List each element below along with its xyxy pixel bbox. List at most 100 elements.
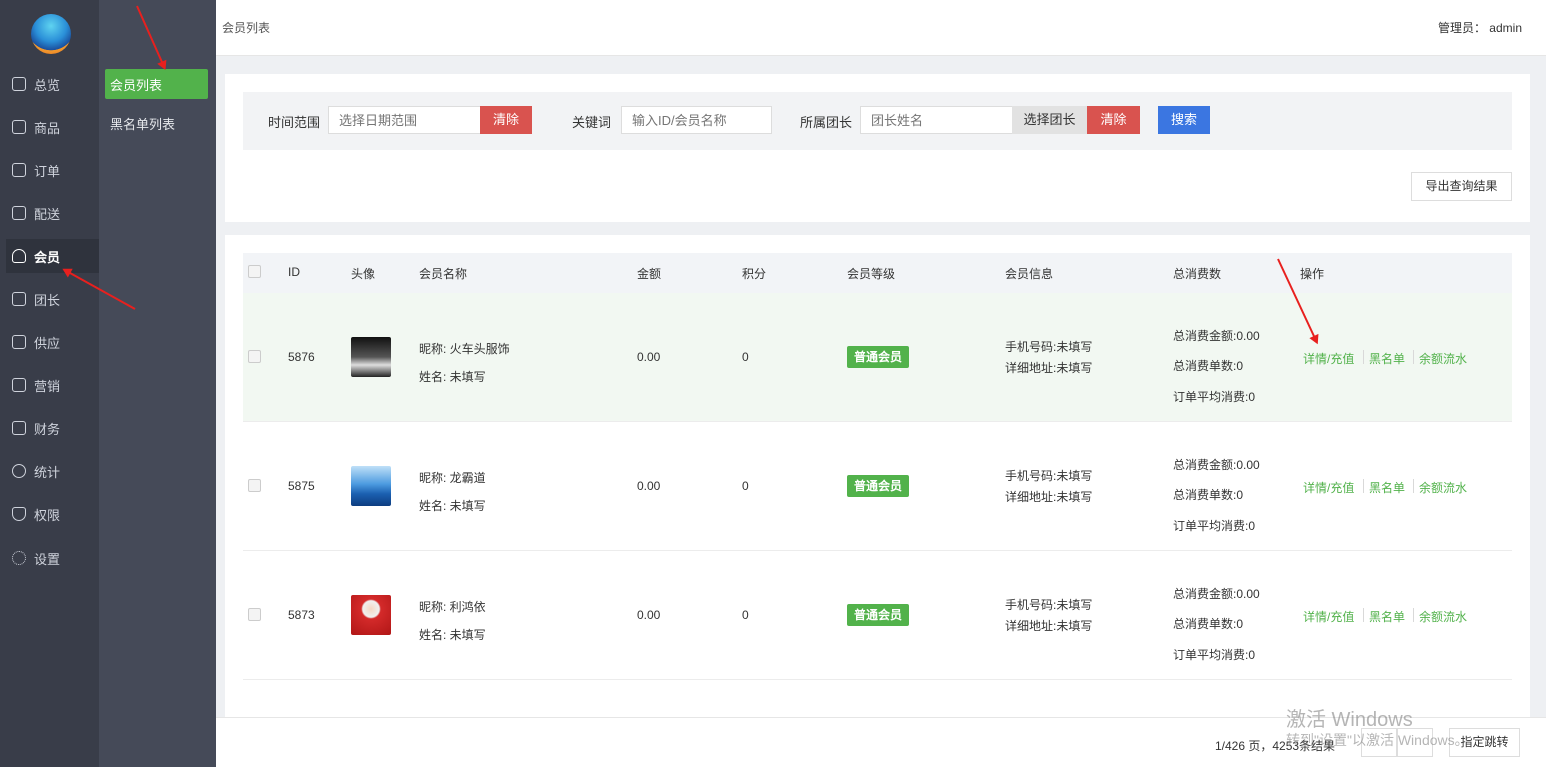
filter-bar: 时间范围 清除 关键词 所属团长 选择团长 清除 搜索 [243,92,1512,150]
member-amount: 0.00 [637,479,661,493]
member-points: 0 [742,350,749,364]
member-amount: 0.00 [637,350,661,364]
filter-panel: 时间范围 清除 关键词 所属团长 选择团长 清除 搜索 导出查询结果 [225,74,1530,222]
nav-item-marketing[interactable]: 营销 [6,368,99,402]
nav-label: 供应 [34,335,61,351]
export-results-button[interactable]: 导出查询结果 [1411,172,1512,201]
order-icon [12,163,26,177]
col-level: 会员等级 [847,267,896,281]
app-logo [31,14,71,54]
date-range-input[interactable] [328,106,481,134]
delivery-icon [12,206,26,220]
admin-label[interactable]: 管理员： admin [1438,19,1522,36]
gift-icon [12,378,26,392]
leader-name-input[interactable] [860,106,1013,134]
chart-icon [12,464,26,478]
balance-flow-link[interactable]: 余额流水 [1419,479,1467,496]
subnav-blacklist[interactable]: 黑名单列表 [105,108,208,138]
nav-item-supply[interactable]: 供应 [6,325,99,359]
nav-item-goods[interactable]: 商品 [6,110,99,144]
member-address: 详细地址:未填写 [1005,619,1093,633]
member-level-badge: 普通会员 [847,604,909,626]
subnav-label: 黑名单列表 [110,116,176,132]
divider [1413,608,1414,622]
nav-item-statistics[interactable]: 统计 [6,454,99,488]
clear-leader-button[interactable]: 清除 [1087,106,1140,134]
member-level-badge: 普通会员 [847,346,909,368]
nav-label: 财务 [34,421,61,437]
member-table: ID 头像 会员名称 金额 积分 会员等级 会员信息 总消费数 操作 5876 … [225,235,1530,717]
row-checkbox[interactable] [248,350,261,363]
average-spend: 订单平均消费:0 [1173,648,1256,662]
col-total: 总消费数 [1173,267,1222,281]
windows-watermark-title: 激活 Windows [1286,709,1413,731]
total-orders: 总消费单数:0 [1173,617,1244,631]
total-orders: 总消费单数:0 [1173,359,1244,373]
nav-item-permissions[interactable]: 权限 [6,497,99,531]
search-button[interactable]: 搜索 [1158,106,1210,134]
col-points: 积分 [742,267,767,281]
member-realname: 姓名: 未填写 [419,370,486,384]
clear-date-button[interactable]: 清除 [480,106,532,134]
nav-item-finance[interactable]: 财务 [6,411,99,445]
divider [1363,479,1364,493]
balance-flow-link[interactable]: 余额流水 [1419,350,1467,367]
nav-item-settings[interactable]: 设置 [6,541,99,575]
subnav-label: 会员列表 [110,77,163,93]
member-points: 0 [742,608,749,622]
total-amount: 总消费金额:0.00 [1173,587,1260,601]
avatar [351,595,391,635]
member-address: 详细地址:未填写 [1005,490,1093,504]
keyword-input[interactable] [621,106,772,134]
nav-label: 配送 [34,206,61,222]
divider [1413,350,1414,364]
finance-icon [12,421,26,435]
nav-label: 总览 [34,77,61,93]
blacklist-link[interactable]: 黑名单 [1369,479,1405,496]
blacklist-link[interactable]: 黑名单 [1369,350,1405,367]
total-amount: 总消费金额:0.00 [1173,329,1260,343]
supply-icon [12,335,26,349]
select-all-checkbox[interactable] [248,265,261,278]
top-header: 会员列表 管理员： admin [216,0,1546,56]
member-id: 5873 [288,608,315,622]
nav-item-orders[interactable]: 订单 [6,153,99,187]
member-id: 5875 [288,479,315,493]
col-id: ID [288,265,300,279]
nav-label: 设置 [34,551,61,567]
nav-item-members[interactable]: 会员 [6,239,99,273]
sub-nav: 会员列表 黑名单列表 [99,0,216,767]
detail-recharge-link[interactable]: 详情/充值 [1303,608,1354,625]
average-spend: 订单平均消费:0 [1173,390,1256,404]
divider [1363,350,1364,364]
col-name: 会员名称 [419,267,468,281]
table-row: 5876 昵称: 火车头服饰 姓名: 未填写 0.00 0 普通会员 手机号码:… [243,293,1512,422]
leader-icon [12,292,26,306]
shield-icon [12,507,26,521]
choose-leader-button[interactable]: 选择团长 [1012,106,1087,134]
detail-recharge-link[interactable]: 详情/充值 [1303,350,1354,367]
average-spend: 订单平均消费:0 [1173,519,1256,533]
table-header: ID 头像 会员名称 金额 积分 会员等级 会员信息 总消费数 操作 [243,253,1512,293]
member-id: 5876 [288,350,315,364]
member-nickname: 昵称: 龙霸道 [419,471,486,485]
total-orders: 总消费单数:0 [1173,488,1244,502]
nav-label: 商品 [34,120,61,136]
windows-watermark-subtitle: 转到"设置"以激活 Windows。 [1286,732,1469,748]
blacklist-link[interactable]: 黑名单 [1369,608,1405,625]
detail-recharge-link[interactable]: 详情/充值 [1303,479,1354,496]
total-amount: 总消费金额:0.00 [1173,458,1260,472]
nav-item-leaders[interactable]: 团长 [6,282,99,316]
keyword-label: 关键词 [572,115,612,130]
nav-label: 订单 [34,163,61,179]
row-checkbox[interactable] [248,479,261,492]
row-checkbox[interactable] [248,608,261,621]
nav-item-overview[interactable]: 总览 [6,67,99,101]
col-amount: 金额 [637,267,662,281]
subnav-member-list[interactable]: 会员列表 [105,69,208,99]
member-phone: 手机号码:未填写 [1005,598,1093,612]
balance-flow-link[interactable]: 余额流水 [1419,608,1467,625]
goods-icon [12,120,26,134]
breadcrumb: 会员列表 [222,21,271,35]
nav-item-delivery[interactable]: 配送 [6,196,99,230]
